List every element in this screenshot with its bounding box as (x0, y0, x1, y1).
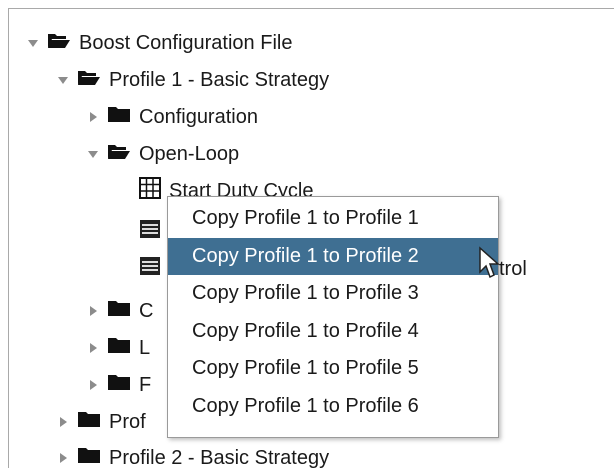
mouse-pointer-icon (478, 246, 500, 285)
tree-node-profile-1[interactable]: Profile 1 - Basic Strategy (57, 61, 329, 99)
menu-item-copy-to-profile-2[interactable]: Copy Profile 1 to Profile 2 (168, 237, 498, 275)
tree-node-profile-3[interactable]: Profile 2 - Basic Strategy (57, 439, 329, 468)
tree-node-label: L (139, 337, 151, 359)
list-table-icon (139, 219, 161, 245)
collapsed-arrow-icon[interactable] (87, 341, 99, 355)
tree-node-folder[interactable]: F (87, 366, 151, 404)
tree-node-open-loop[interactable]: Open-Loop (87, 135, 239, 173)
tree-node-label: Prof (109, 411, 146, 433)
copy-profile-context-menu[interactable]: Copy Profile 1 to Profile 1 Copy Profile… (167, 196, 499, 438)
tree-node-configuration[interactable]: Configuration (87, 98, 258, 136)
tree-node-list-item[interactable] (139, 213, 169, 251)
tree-node-folder[interactable]: L (87, 329, 150, 367)
tree-node-label: F (139, 374, 152, 396)
tree-node-boost-configuration-file[interactable]: Boost Configuration File (27, 24, 292, 62)
tree-node-label: Boost Configuration File (79, 32, 293, 54)
folder-open-icon (107, 142, 131, 166)
collapsed-arrow-icon[interactable] (57, 415, 69, 429)
menu-item-copy-to-profile-5[interactable]: Copy Profile 1 to Profile 5 (168, 350, 498, 388)
tree-node-label: Configuration (139, 106, 258, 128)
folder-closed-icon (107, 105, 131, 129)
folder-open-icon (47, 31, 71, 55)
menu-item-copy-to-profile-4[interactable]: Copy Profile 1 to Profile 4 (168, 313, 498, 351)
tree-node-label: Profile 1 - Basic Strategy (109, 69, 330, 91)
folder-open-icon (77, 68, 101, 92)
list-table-icon (139, 256, 161, 282)
tree-node-label: Open-Loop (139, 143, 240, 165)
folder-closed-icon (107, 299, 131, 323)
menu-item-copy-to-profile-3[interactable]: Copy Profile 1 to Profile 3 (168, 275, 498, 313)
collapsed-arrow-icon[interactable] (87, 378, 99, 392)
expanded-arrow-icon[interactable] (87, 147, 99, 161)
folder-closed-icon (107, 336, 131, 360)
menu-item-copy-to-profile-6[interactable]: Copy Profile 1 to Profile 6 (168, 388, 498, 426)
tree-node-profile-2[interactable]: Prof (57, 403, 146, 441)
folder-closed-icon (107, 373, 131, 397)
folder-closed-icon (77, 446, 101, 468)
tree-node-folder[interactable]: C (87, 292, 153, 330)
tree-node-label: C (139, 300, 154, 322)
collapsed-arrow-icon[interactable] (57, 451, 69, 465)
expanded-arrow-icon[interactable] (57, 73, 69, 87)
folder-closed-icon (77, 410, 101, 434)
menu-item-copy-to-profile-1[interactable]: Copy Profile 1 to Profile 1 (168, 200, 498, 238)
table-grid-icon (139, 177, 161, 205)
tree-node-label: Profile 2 - Basic Strategy (109, 447, 330, 468)
expanded-arrow-icon[interactable] (27, 36, 39, 50)
tree-node-label: trol (499, 258, 527, 280)
collapsed-arrow-icon[interactable] (87, 110, 99, 124)
collapsed-arrow-icon[interactable] (87, 304, 99, 318)
